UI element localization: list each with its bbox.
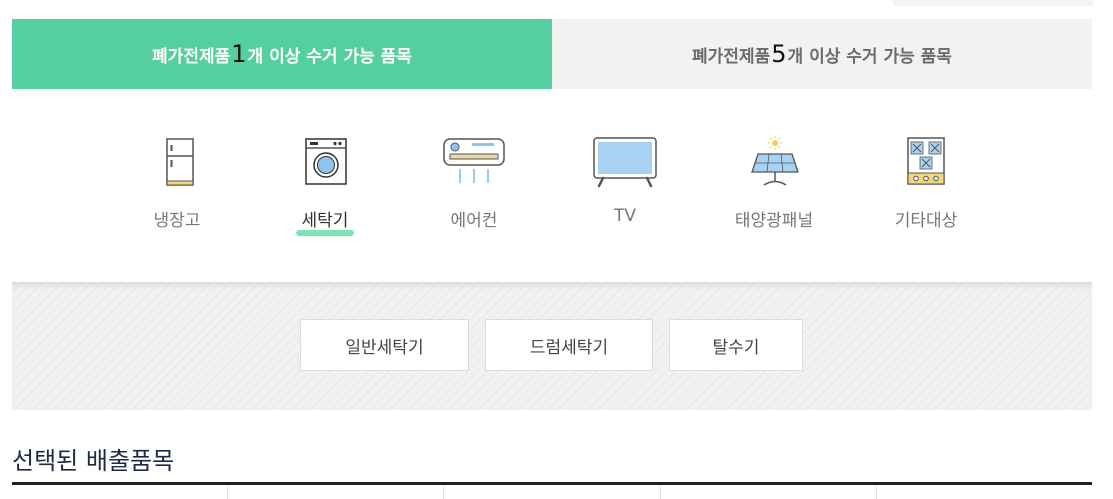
category-label: 기타대상 [894, 211, 958, 231]
tv-icon [593, 137, 657, 188]
selected-items-table [12, 482, 1092, 499]
table-column [444, 485, 661, 499]
category-label: 냉장고 [153, 211, 201, 231]
category-list: 냉장고 세탁기 에어컨 TV 태양광패널 기타대상 [0, 130, 1113, 240]
category-label: TV [613, 206, 636, 226]
category-tv[interactable]: TV [570, 130, 680, 234]
category-label: 세탁기 [295, 206, 355, 236]
selected-items-title: 선택된 배출품목 [12, 447, 175, 475]
category-solar-panel[interactable]: 태양광패널 [719, 130, 829, 234]
item-tabs: 폐가전제품 1 개 이상 수거 가능 품목 폐가전제품 5 개 이상 수거 가능… [12, 19, 1092, 89]
category-washing-machine[interactable]: 세탁기 [270, 130, 380, 236]
table-column [12, 485, 229, 499]
tab-one-or-more[interactable]: 폐가전제품 1 개 이상 수거 가능 품목 [12, 19, 552, 89]
subcategory-drum-washer[interactable]: 드럼세탁기 [485, 319, 653, 371]
tab-prefix: 폐가전제품 [692, 46, 771, 67]
tab-count: 1 [231, 40, 247, 68]
solar-panel-icon [751, 136, 799, 186]
subcategory-spin-dryer[interactable]: 탈수기 [669, 319, 803, 371]
category-label: 에어컨 [450, 211, 498, 231]
tab-five-or-more[interactable]: 폐가전제품 5 개 이상 수거 가능 품목 [552, 19, 1092, 89]
air-conditioner-icon [443, 138, 505, 183]
category-refrigerator[interactable]: 냉장고 [122, 130, 232, 234]
table-column [877, 485, 1092, 499]
tab-suffix: 개 이상 수거 가능 품목 [787, 46, 952, 67]
tab-count: 5 [771, 40, 787, 68]
tab-suffix: 개 이상 수거 가능 품목 [247, 46, 412, 67]
refrigerator-icon [166, 138, 194, 186]
category-others[interactable]: 기타대상 [871, 130, 981, 234]
table-column [661, 485, 877, 499]
category-label: 태양광패널 [734, 211, 814, 231]
subcategory-general-washer[interactable]: 일반세탁기 [300, 319, 469, 371]
subcategory-panel: 일반세탁기 드럼세탁기 탈수기 [12, 282, 1092, 410]
category-air-conditioner[interactable]: 에어컨 [419, 130, 529, 234]
gas-stove-icon [907, 137, 945, 185]
top-bar-edge [893, 0, 1093, 6]
table-column [228, 485, 445, 499]
tab-prefix: 폐가전제품 [152, 46, 231, 67]
washing-machine-icon [305, 138, 347, 185]
